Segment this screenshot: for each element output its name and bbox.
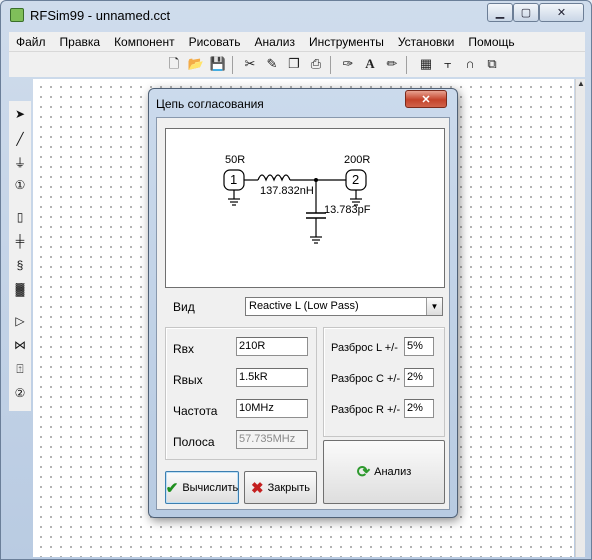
inductor-value-label: 137.832nH: [260, 185, 314, 197]
inductor-symbol: [257, 174, 291, 182]
type-select-value: Reactive L (Low Pass): [249, 300, 359, 312]
coupler-icon[interactable]: ∩: [462, 56, 478, 72]
print-icon[interactable]: ⎙: [308, 56, 324, 72]
component-settings-icon[interactable]: ✂: [242, 56, 258, 72]
line-icon[interactable]: ╱: [12, 131, 28, 147]
menu-edit[interactable]: Правка: [53, 35, 108, 49]
rout-field[interactable]: 1.5kR: [236, 368, 308, 387]
component-edit-icon[interactable]: ✎: [264, 56, 280, 72]
tol-c-label: Разброс C +/-: [331, 373, 401, 385]
matching-dialog: Цепь согласования ✕ 50R 1 200R 2 137.832…: [148, 88, 458, 518]
matching-schematic: 50R 1 200R 2 137.832nH 13.783pF: [165, 128, 445, 288]
capacitor-value-label: 13.783pF: [324, 204, 371, 216]
text-icon[interactable]: A: [362, 56, 378, 72]
app-icon: [10, 8, 24, 22]
port-icon[interactable]: ①: [12, 177, 28, 193]
tol-r-field[interactable]: 2%: [404, 399, 434, 418]
rout-label: Rвых: [173, 373, 203, 387]
refresh-icon: ⟳: [356, 464, 371, 481]
tol-l-field[interactable]: 5%: [404, 337, 434, 356]
calculate-button[interactable]: ✔ Вычислить: [165, 471, 239, 504]
close-window-button[interactable]: ✕: [539, 3, 584, 22]
band-label: Полоса: [173, 435, 215, 449]
amplifier-icon[interactable]: ▷: [12, 313, 28, 329]
vertical-scrollbar[interactable]: ▲: [575, 79, 585, 557]
analyze-button[interactable]: ⟳ Анализ: [323, 440, 445, 504]
transformer-icon[interactable]: ▓: [12, 281, 28, 297]
tol-l-label: Разброс L +/-: [331, 342, 398, 354]
menu-help[interactable]: Помощь: [461, 35, 521, 49]
maximize-button[interactable]: ▢: [513, 3, 539, 22]
s-param-icon[interactable]: ⧉: [484, 56, 500, 72]
port-2-number: 2: [352, 172, 360, 187]
port-1-number: 1: [230, 172, 238, 187]
freq-label: Частота: [173, 404, 218, 418]
toolbar: 🗋 📂 💾 ✂ ✎ ❐ ⎙ ✑ A ✏ ▦ ⫟ ∩ ⧉: [9, 51, 585, 77]
transmission-line-icon[interactable]: ⫟: [440, 56, 456, 72]
menu-component[interactable]: Компонент: [107, 35, 182, 49]
rin-label: Rвх: [173, 342, 195, 356]
menu-settings[interactable]: Установки: [391, 35, 461, 49]
chevron-down-icon[interactable]: ▼: [426, 298, 442, 315]
menu-draw[interactable]: Рисовать: [182, 35, 248, 49]
wire-draw-icon[interactable]: ✑: [340, 56, 356, 72]
menu-tools[interactable]: Инструменты: [302, 35, 391, 49]
freq-field[interactable]: 10MHz: [236, 399, 308, 418]
type-label: Вид: [173, 300, 195, 314]
copy-icon[interactable]: ❐: [286, 56, 302, 72]
crystal-icon[interactable]: ⋈: [12, 337, 28, 353]
window-title: RFSim99 - unnamed.cct: [30, 8, 171, 23]
capacitor-icon[interactable]: ╪: [12, 233, 28, 249]
type-select[interactable]: Reactive L (Low Pass) ▼: [245, 297, 443, 316]
load-impedance-label: 200R: [344, 154, 371, 166]
resistor-icon[interactable]: ▯: [12, 209, 28, 225]
calculate-button-label: Вычислить: [182, 481, 239, 494]
rin-field[interactable]: 210R: [236, 337, 308, 356]
open-folder-icon[interactable]: 📂: [188, 56, 204, 72]
schematic-drawing: [223, 169, 367, 244]
calculator-icon[interactable]: ▦: [418, 56, 434, 72]
dialog-body: 50R 1 200R 2 137.832nH 13.783pF Вид Reac…: [156, 117, 450, 510]
dialog-title: Цепь согласования: [156, 97, 264, 111]
cross-icon: ✖: [251, 479, 264, 497]
two-port-1-icon[interactable]: ⍐: [12, 361, 28, 377]
band-field: 57.735MHz: [236, 430, 308, 449]
close-dialog-button-label: Закрыть: [267, 481, 310, 494]
ground-icon[interactable]: ⏚: [12, 154, 28, 170]
dialog-close-button[interactable]: ✕: [405, 90, 447, 108]
menu-bar: Файл Правка Компонент Рисовать Анализ Ин…: [9, 32, 585, 51]
pointer-icon[interactable]: ➤: [12, 106, 28, 122]
menu-analysis[interactable]: Анализ: [248, 35, 303, 49]
title-bar: RFSim99 - unnamed.cct ▁ ▢ ✕: [1, 1, 591, 31]
two-port-2-icon[interactable]: ②: [12, 385, 28, 401]
analyze-button-label: Анализ: [374, 466, 412, 478]
checkmark-icon: ✔: [165, 479, 179, 497]
source-impedance-label: 50R: [225, 154, 246, 166]
tol-c-field[interactable]: 2%: [404, 368, 434, 387]
pencil-icon[interactable]: ✏: [384, 56, 400, 72]
component-palette: ➤ ╱ ⏚ ① ▯ ╪ § ▓ ▷ ⋈ ⍐ ②: [9, 101, 31, 411]
tol-r-label: Разброс R +/-: [331, 404, 401, 416]
save-icon[interactable]: 💾: [210, 56, 226, 72]
inductor-icon[interactable]: §: [12, 257, 28, 273]
menu-file[interactable]: Файл: [9, 35, 53, 49]
new-file-icon[interactable]: 🗋: [166, 56, 182, 72]
close-dialog-button[interactable]: ✖ Закрыть: [244, 471, 317, 504]
minimize-button[interactable]: ▁: [487, 3, 513, 22]
